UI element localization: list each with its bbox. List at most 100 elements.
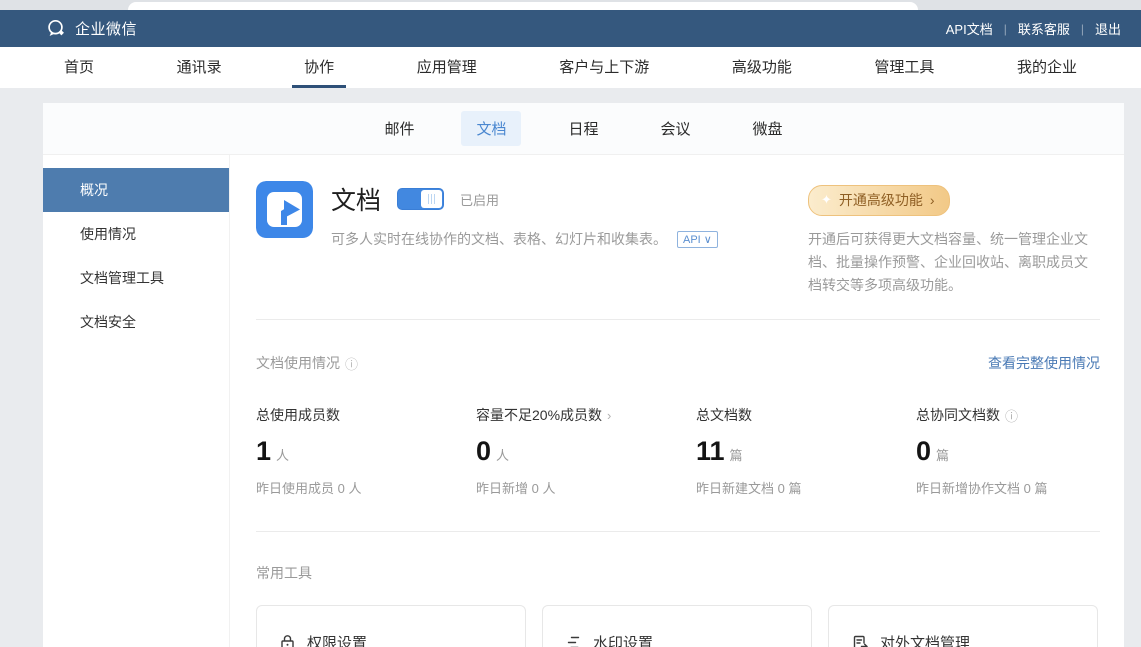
stat-number: 0 篇: [916, 436, 1124, 467]
brand: 企业微信: [46, 18, 137, 39]
stat-title: 总协同文档数 ⓘ: [916, 405, 1124, 425]
premium-sparkle-icon: ✦: [821, 192, 832, 208]
stat-value: 0: [476, 436, 491, 467]
status-label: 已启用: [460, 190, 499, 209]
usage-section-title: 文档使用情况 ⓘ: [256, 353, 358, 373]
app-header: 文档 已启用 可多人实时在线协作的文档、表格、幻灯片和收集表。 API ∨: [256, 181, 1100, 297]
stat-number: 1 人: [256, 436, 476, 467]
browser-chrome-sliver: [0, 0, 1141, 10]
view-full-usage-link[interactable]: 查看完整使用情况: [988, 353, 1100, 373]
card-title: 对外文档管理: [880, 632, 970, 647]
card-header: 权限设置: [279, 632, 503, 647]
contact-support-link[interactable]: 联系客服: [1016, 19, 1072, 38]
card-header: 对外文档管理: [851, 632, 1075, 647]
usage-section-header: 文档使用情况 ⓘ 查看完整使用情况: [256, 353, 1100, 373]
sidebar-item-overview[interactable]: 概况: [43, 168, 229, 212]
stat-title[interactable]: 容量不足20%成员数 ›: [476, 405, 696, 425]
sidebar-item-doc-security[interactable]: 文档安全: [43, 300, 229, 344]
stat-note: 昨日使用成员 0 人: [256, 478, 476, 497]
content-card: 邮件 文档 日程 会议 微盘 概况 使用情况 文档管理工具 文档安全: [43, 103, 1124, 647]
card-header: 水印设置: [565, 632, 789, 647]
nav-home[interactable]: 首页: [52, 47, 106, 88]
stat-total-docs: 总文档数 11 篇 昨日新建文档 0 篇: [696, 405, 916, 497]
tab-docs[interactable]: 文档: [461, 111, 521, 146]
app-title: 文档: [331, 181, 381, 217]
card-external-doc-management[interactable]: 对外文档管理 查看和管理允许企业外访问的文档: [828, 605, 1098, 647]
main-panel: 文档 已启用 可多人实时在线协作的文档、表格、幻灯片和收集表。 API ∨: [230, 155, 1124, 647]
divider: [256, 531, 1100, 532]
tab-drive[interactable]: 微盘: [738, 111, 798, 146]
browser-tab-shape: [128, 2, 918, 10]
page: 企业微信 API文档 | 联系客服 | 退出 首页 通讯录 协作 应用管理 客户…: [0, 0, 1141, 647]
stat-title-text: 总使用成员数: [256, 405, 340, 425]
nav-app-management[interactable]: 应用管理: [405, 47, 489, 88]
info-icon: ⓘ: [1005, 406, 1018, 425]
toggle-handle: [421, 190, 442, 208]
api-dropdown-tag[interactable]: API ∨: [677, 231, 718, 248]
divider: [256, 319, 1100, 320]
sidebar-item-doc-tools[interactable]: 文档管理工具: [43, 256, 229, 300]
tab-mail[interactable]: 邮件: [369, 111, 429, 146]
topbar: 企业微信 API文档 | 联系客服 | 退出: [0, 10, 1141, 47]
body-area: 概况 使用情况 文档管理工具 文档安全: [43, 155, 1124, 647]
logout-link[interactable]: 退出: [1093, 19, 1123, 38]
nav-admin-tools[interactable]: 管理工具: [862, 47, 946, 88]
stat-collab-docs: 总协同文档数 ⓘ 0 篇 昨日新增协作文档 0 篇: [916, 405, 1124, 497]
usage-section-title-text: 文档使用情况: [256, 353, 340, 373]
chevron-right-icon: ›: [607, 408, 611, 423]
stat-unit: 篇: [936, 445, 949, 464]
watermark-icon: [565, 634, 582, 647]
stat-low-capacity-members: 容量不足20%成员数 › 0 人 昨日新增 0 人: [476, 405, 696, 497]
card-watermark-settings[interactable]: 水印设置 为企业内文档开启水印，数据泄露事件可追: [542, 605, 812, 647]
doc-enable-toggle[interactable]: [397, 188, 444, 210]
api-docs-link[interactable]: API文档: [944, 19, 995, 38]
nav-collaboration[interactable]: 协作: [292, 47, 346, 88]
tab-meeting[interactable]: 会议: [646, 111, 706, 146]
main-nav: 首页 通讯录 协作 应用管理 客户与上下游 高级功能 管理工具 我的企业: [0, 47, 1141, 88]
stat-value: 11: [696, 436, 725, 467]
stat-title: 总文档数: [696, 405, 916, 425]
nav-advanced-features[interactable]: 高级功能: [720, 47, 804, 88]
stat-title-text: 容量不足20%成员数: [476, 405, 602, 425]
app-title-row: 文档 已启用: [331, 181, 796, 217]
nav-customers[interactable]: 客户与上下游: [547, 47, 661, 88]
sidebar: 概况 使用情况 文档管理工具 文档安全: [43, 155, 230, 647]
stat-value: 1: [256, 436, 271, 467]
app-description: 可多人实时在线协作的文档、表格、幻灯片和收集表。: [331, 229, 667, 249]
brand-name: 企业微信: [75, 18, 137, 39]
stat-title-text: 总协同文档数: [916, 405, 1000, 425]
stat-note: 昨日新增协作文档 0 篇: [916, 478, 1124, 497]
wework-logo-icon: [46, 19, 67, 38]
premium-promo-text: 开通后可获得更大文档容量、统一管理企业文档、批量操作预警、企业回收站、离职成员文…: [808, 228, 1100, 297]
collab-subtabs: 邮件 文档 日程 会议 微盘: [43, 103, 1124, 155]
chevron-right-icon: ›: [930, 192, 935, 208]
upgrade-premium-button[interactable]: ✦ 开通高级功能 ›: [808, 185, 950, 216]
premium-promo-panel: ✦ 开通高级功能 › 开通后可获得更大文档容量、统一管理企业文档、批量操作预警、…: [808, 181, 1100, 297]
usage-stats: 总使用成员数 1 人 昨日使用成员 0 人 容量不足20%成员数 ›: [256, 405, 1100, 497]
stat-number: 0 人: [476, 436, 696, 467]
stat-value: 0: [916, 436, 931, 467]
stat-title: 总使用成员数: [256, 405, 476, 425]
stat-unit: 人: [276, 445, 289, 464]
external-doc-icon: [851, 634, 869, 647]
stat-unit: 篇: [730, 445, 743, 464]
stat-number: 11 篇: [696, 436, 916, 467]
card-permission-settings[interactable]: 权限设置 设置企业内外的访问权限: [256, 605, 526, 647]
topbar-links: API文档 | 联系客服 | 退出: [944, 19, 1123, 38]
app-description-row: 可多人实时在线协作的文档、表格、幻灯片和收集表。 API ∨: [331, 229, 796, 249]
tab-calendar[interactable]: 日程: [553, 111, 613, 146]
nav-contacts[interactable]: 通讯录: [165, 47, 234, 88]
tools-section-title: 常用工具: [256, 563, 1100, 583]
nav-my-enterprise[interactable]: 我的企业: [1005, 47, 1089, 88]
info-icon: ⓘ: [345, 354, 358, 373]
lock-icon: [279, 634, 296, 647]
separator: |: [1081, 22, 1084, 36]
stat-unit: 人: [496, 445, 509, 464]
stat-note: 昨日新增 0 人: [476, 478, 696, 497]
sidebar-item-usage[interactable]: 使用情况: [43, 212, 229, 256]
upgrade-premium-label: 开通高级功能: [839, 190, 923, 210]
stat-total-members: 总使用成员数 1 人 昨日使用成员 0 人: [256, 405, 476, 497]
card-title: 水印设置: [593, 632, 653, 647]
card-title: 权限设置: [307, 632, 367, 647]
docs-app-icon: [256, 181, 313, 238]
